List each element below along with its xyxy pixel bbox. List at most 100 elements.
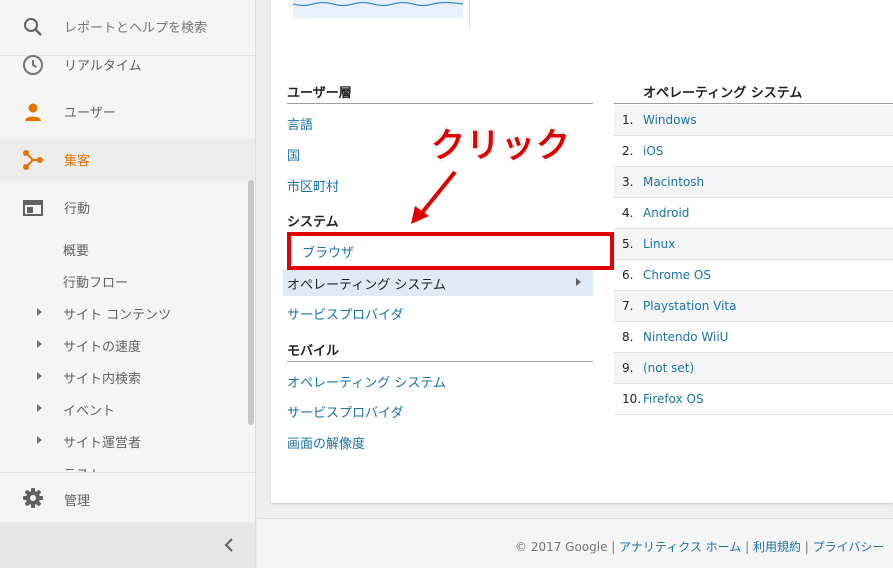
os-link[interactable]: Playstation Vita <box>643 299 736 313</box>
person-icon <box>22 101 44 123</box>
divider <box>614 103 893 104</box>
os-link[interactable]: Chrome OS <box>643 268 711 282</box>
divider <box>469 0 470 28</box>
os-link[interactable]: (not set) <box>643 361 694 375</box>
table-row: 10. Firefox OS <box>614 384 893 415</box>
table-row: 8. Nintendo WiiU <box>614 322 893 353</box>
os-link[interactable]: Android <box>643 206 689 220</box>
os-link[interactable]: Linux <box>643 237 675 251</box>
dimension-link-service-provider[interactable]: サービスプロバイダ <box>287 304 403 323</box>
footer-separator: | <box>741 540 753 554</box>
table-row: 4. Android <box>614 198 893 229</box>
footer-link-privacy[interactable]: プライバシー <box>813 540 885 554</box>
row-number: 10. <box>622 392 642 406</box>
footer-link-home[interactable]: アナリティクス ホーム <box>619 540 741 554</box>
divider <box>287 361 593 362</box>
behavior-flow-label: 行動フロー <box>63 276 129 291</box>
dimension-link-mobile-os[interactable]: オペレーティング システム <box>287 372 446 391</box>
nav-behavior[interactable]: 行動 <box>0 186 255 230</box>
row-number: 3. <box>622 175 634 189</box>
row-number: 6. <box>622 268 634 282</box>
behavior-site-speed-label: サイトの速度 <box>63 340 142 355</box>
behavior-events-label: イベント <box>63 404 116 419</box>
nav-realtime[interactable]: リアルタイム <box>0 43 255 87</box>
expand-triangle-icon <box>37 340 42 348</box>
behavior-overview[interactable]: 概要 <box>0 235 255 263</box>
dimension-row-os-selected[interactable]: オペレーティング システム <box>283 269 593 296</box>
main-area: ユーザー層 言語 国 市区町村 システム オペレーティング システム ブラウザ … <box>257 0 893 568</box>
behavior-flow[interactable]: 行動フロー <box>0 267 255 295</box>
nav-acquisition-label: 集客 <box>64 154 91 169</box>
nav-admin[interactable]: 管理 <box>0 472 255 522</box>
dimension-browser-label: ブラウザ <box>302 246 355 261</box>
gear-icon <box>22 487 44 509</box>
dimension-os-selected-label: オペレーティング システム <box>287 278 446 293</box>
behavior-site-search[interactable]: サイト内検索 <box>0 363 255 391</box>
demographics-header: ユーザー層 <box>287 86 352 101</box>
table-row: 1. Windows <box>614 105 893 136</box>
footer-link-terms[interactable]: 利用規約 <box>753 540 801 554</box>
nav-realtime-label: リアルタイム <box>64 59 142 74</box>
table-row: 5. Linux <box>614 229 893 260</box>
row-number: 5. <box>622 237 634 251</box>
table-row: 7. Playstation Vita <box>614 291 893 322</box>
search-icon <box>22 16 44 38</box>
behavior-window-icon <box>22 197 44 219</box>
os-link[interactable]: Windows <box>643 113 697 127</box>
behavior-site-speed[interactable]: サイトの速度 <box>0 331 255 359</box>
expand-triangle-icon <box>37 372 42 380</box>
table-row: 9. (not set) <box>614 353 893 384</box>
os-link[interactable]: Macintosh <box>643 175 704 189</box>
search-label: レポートとヘルプを検索 <box>64 21 208 36</box>
row-number: 7. <box>622 299 634 313</box>
expand-triangle-icon <box>37 436 42 444</box>
footer-text: © 2017 Google | アナリティクス ホーム | 利用規約 | プライ… <box>515 538 884 555</box>
row-number: 4. <box>622 206 634 220</box>
footer: © 2017 Google | アナリティクス ホーム | 利用規約 | プライ… <box>257 518 893 568</box>
expand-triangle-icon <box>37 308 42 316</box>
nav-acquisition[interactable]: 集客 <box>0 138 255 182</box>
behavior-test[interactable]: テスト <box>0 459 255 472</box>
behavior-site-content[interactable]: サイト コンテンツ <box>0 299 255 327</box>
sparkline-chart <box>292 0 464 18</box>
table-row: 2. iOS <box>614 136 893 167</box>
sidebar-scrollbar[interactable] <box>248 180 254 425</box>
dimension-link-language[interactable]: 言語 <box>287 114 313 133</box>
report-card: ユーザー層 言語 国 市区町村 システム オペレーティング システム ブラウザ … <box>271 0 893 503</box>
os-link[interactable]: iOS <box>643 144 663 158</box>
behavior-events[interactable]: イベント <box>0 395 255 423</box>
nav-admin-label: 管理 <box>64 494 91 509</box>
dimension-link-city[interactable]: 市区町村 <box>287 176 339 195</box>
behavior-publisher[interactable]: サイト運営者 <box>0 427 255 455</box>
row-number: 9. <box>622 361 634 375</box>
row-number: 8. <box>622 330 634 344</box>
nav-users-label: ユーザー <box>64 106 116 121</box>
behavior-test-label: テスト <box>63 464 102 472</box>
os-table-header: オペレーティング システム <box>643 86 803 101</box>
os-link[interactable]: Nintendo WiiU <box>643 330 728 344</box>
acquisition-icon <box>22 149 44 171</box>
dimension-link-browser[interactable]: ブラウザ <box>287 232 614 270</box>
collapse-sidebar-button[interactable] <box>0 522 255 568</box>
behavior-site-content-label: サイト コンテンツ <box>63 308 172 323</box>
copyright-text: © 2017 Google <box>515 540 608 554</box>
row-number: 1. <box>622 113 634 127</box>
row-number: 2. <box>622 144 634 158</box>
clock-icon <box>22 54 44 76</box>
os-link[interactable]: Firefox OS <box>643 392 704 406</box>
divider <box>287 103 593 104</box>
behavior-overview-label: 概要 <box>63 244 90 259</box>
dimension-link-screen-resolution[interactable]: 画面の解像度 <box>287 433 365 452</box>
footer-separator: | <box>800 540 813 554</box>
dimension-link-country[interactable]: 国 <box>287 145 300 164</box>
annotation-arrow-icon <box>411 170 457 224</box>
click-annotation-text: クリック <box>431 126 571 166</box>
system-header: システム <box>287 215 339 230</box>
dimension-link-mobile-provider[interactable]: サービスプロバイダ <box>287 402 403 421</box>
nav-users[interactable]: ユーザー <box>0 90 255 134</box>
expand-triangle-icon <box>37 404 42 412</box>
arrow-right-icon <box>576 278 581 286</box>
sidebar: レポートとヘルプを検索 リアルタイム ユーザー 集客 行動 概要 行動フロー サ… <box>0 0 256 568</box>
table-row: 3. Macintosh <box>614 167 893 198</box>
nav-behavior-label: 行動 <box>64 202 91 217</box>
